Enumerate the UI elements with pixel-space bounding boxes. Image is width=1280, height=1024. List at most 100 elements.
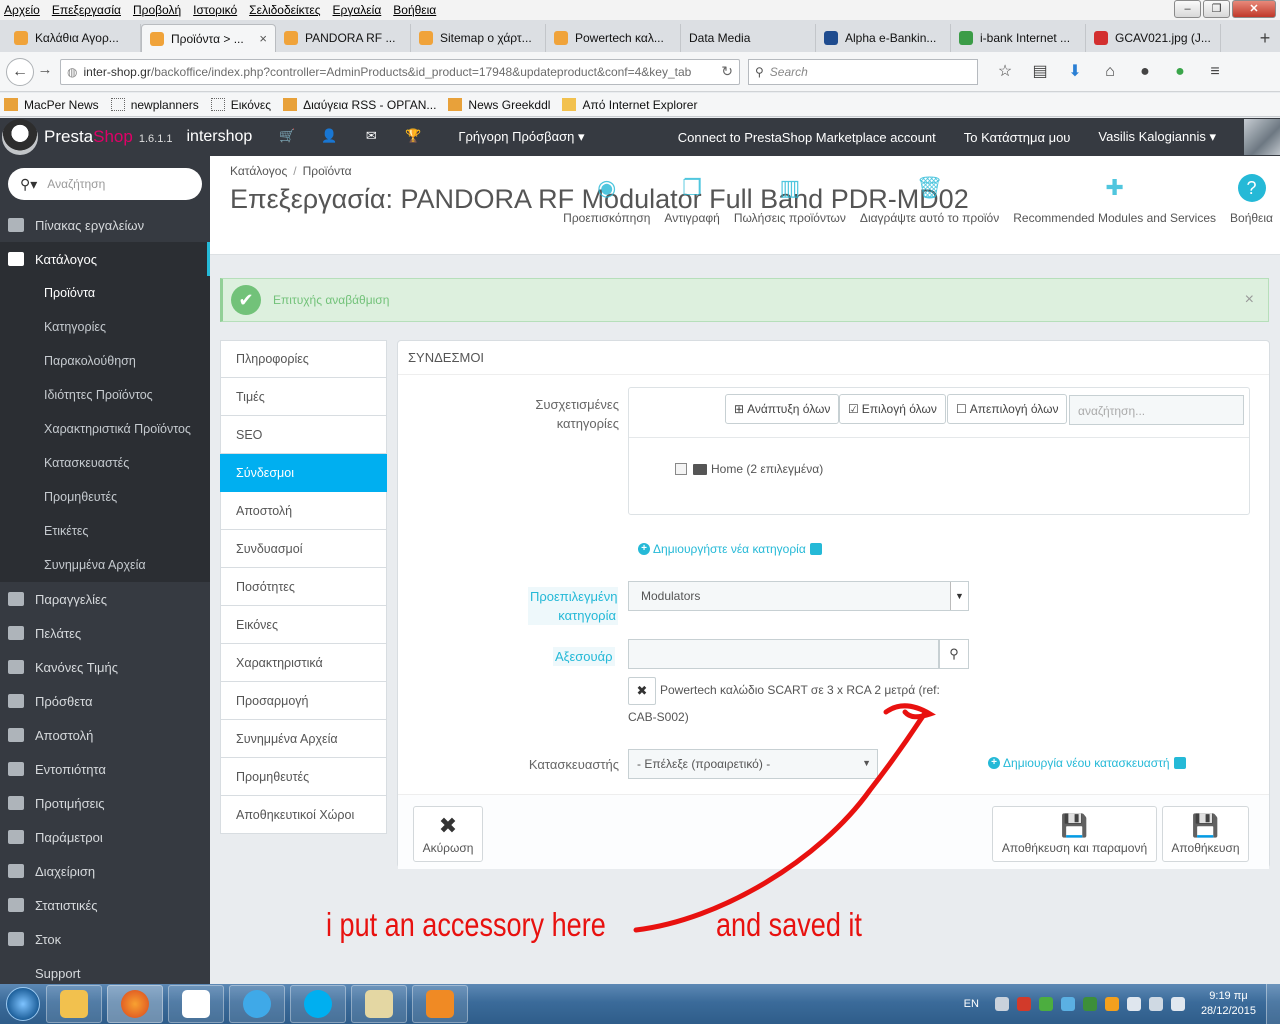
browser-search-input[interactable]: ⚲ Search [748, 58, 978, 85]
remove-accessory-icon[interactable]: ✖ [628, 677, 656, 705]
menu-edit[interactable]: Επεξεργασία [52, 3, 121, 17]
reading-list-icon[interactable]: ▤ [1029, 61, 1051, 83]
monitor-icon[interactable] [1148, 997, 1163, 1011]
search-icon[interactable]: ⚲ [939, 639, 969, 669]
marketplace-connect-link[interactable]: Connect to PrestaShop Marketplace accoun… [678, 130, 936, 145]
tab-suppliers[interactable]: Προμηθευτές [220, 758, 387, 796]
tab-customization[interactable]: Προσαρμογή [220, 682, 387, 720]
update-icon[interactable] [1060, 997, 1075, 1011]
user-menu[interactable]: Vasilis Kalogiannis ▾ [1098, 129, 1216, 145]
breadcrumb-item[interactable]: Προϊόντα [303, 164, 352, 178]
envelope-icon[interactable]: ✉ [362, 128, 380, 146]
bookmark-item[interactable]: News Greekddl [448, 98, 550, 112]
duplicate-button[interactable]: ❐ Αντιγραφή [664, 174, 719, 225]
preview-button[interactable]: ◉ Προεπισκόπηση [563, 174, 650, 225]
close-icon[interactable]: × [1245, 291, 1254, 309]
menu-bookmarks[interactable]: Σελιδοδείκτες [249, 3, 320, 17]
save-and-stay-button[interactable]: 💾 Αποθήκευση και παραμονή [992, 806, 1157, 862]
language-indicator[interactable]: EN [964, 998, 979, 1010]
category-search-input[interactable]: αναζήτηση... [1069, 395, 1244, 425]
prestashop-logo-icon[interactable] [2, 119, 38, 155]
bookmark-star-icon[interactable]: ☆ [994, 61, 1016, 83]
sidebar-item-preferences[interactable]: Προτιμήσεις [0, 786, 210, 820]
tree-node-home[interactable]: Home (2 επιλεγμένα) [675, 462, 823, 476]
sidebar-subitem-categories[interactable]: Κατηγορίες [0, 310, 210, 344]
home-icon[interactable]: ⌂ [1099, 61, 1121, 83]
forward-button[interactable]: → [34, 61, 56, 83]
taskbar-explorer[interactable] [46, 985, 102, 1023]
tab-warehouses[interactable]: Αποθηκευτικοί Χώροι [220, 796, 387, 834]
checkbox[interactable] [675, 463, 687, 475]
tab-attachments[interactable]: Συνημμένα Αρχεία [220, 720, 387, 758]
sidebar-subitem-features[interactable]: Χαρακτηριστικά Προϊόντος [0, 412, 210, 446]
taskbar-ie[interactable] [229, 985, 285, 1023]
browser-tab[interactable]: Alpha e-Bankin... [816, 24, 951, 52]
flag-icon[interactable] [1126, 997, 1141, 1011]
cancel-button[interactable]: ✖ Ακύρωση [413, 806, 483, 862]
user-icon[interactable]: 👤 [320, 128, 338, 146]
recommended-modules-button[interactable]: ✚ Recommended Modules and Services [1013, 174, 1216, 225]
delete-product-button[interactable]: 🗑 Διαγράψτε αυτό το προϊόν [860, 174, 999, 225]
sidebar-subitem-manufacturers[interactable]: Κατασκευαστές [0, 446, 210, 480]
chat-icon[interactable]: ● [1134, 61, 1156, 83]
browser-tab[interactable]: Powertech καλ... [546, 24, 681, 52]
browser-tab[interactable]: GCAV021.jpg (J... [1086, 24, 1221, 52]
sidebar-item-localization[interactable]: Εντοπιότητα [0, 752, 210, 786]
bookmark-item[interactable]: Εικόνες [210, 98, 271, 112]
create-category-link[interactable]: + Δημιουργήστε νέα κατηγορία [638, 542, 822, 556]
sidebar-search-input[interactable]: ⚲▾ Αναζήτηση [8, 168, 202, 200]
sidebar-subitem-attachments[interactable]: Συνημμένα Αρχεία [0, 548, 210, 582]
sidebar-item-price-rules[interactable]: Κανόνες Τιμής [0, 650, 210, 684]
sidebar-item-customers[interactable]: Πελάτες [0, 616, 210, 650]
avast-icon[interactable] [1104, 997, 1119, 1011]
bookmark-item[interactable]: newplanners [110, 98, 199, 112]
tab-close-icon[interactable]: × [259, 31, 267, 46]
sidebar-item-administration[interactable]: Διαχείριση [0, 854, 210, 888]
taskbar-m4u[interactable] [168, 985, 224, 1023]
back-button[interactable]: ← [6, 57, 34, 86]
breadcrumb-item[interactable]: Κατάλογος [230, 164, 287, 178]
cart-icon[interactable]: 🛒 [278, 128, 296, 146]
hamburger-menu-icon[interactable]: ≡ [1204, 61, 1226, 83]
sidebar-subitem-attributes[interactable]: Ιδιότητες Προϊόντος [0, 378, 210, 412]
tab-combinations[interactable]: Συνδυασμοί [220, 530, 387, 568]
tab-seo[interactable]: SEO [220, 416, 387, 454]
taskbar-app[interactable] [351, 985, 407, 1023]
browser-tab[interactable]: Καλάθια Αγορ... [6, 24, 141, 52]
sidebar-item-stock[interactable]: Στοκ [0, 922, 210, 956]
browser-tab-active[interactable]: Προϊόντα > ... × [141, 24, 276, 52]
taskbar-skype[interactable] [290, 985, 346, 1023]
clock[interactable]: 9:19 πμ 28/12/2015 [1201, 989, 1256, 1019]
sidebar-item-modules[interactable]: Πρόσθετα [0, 684, 210, 718]
start-button[interactable] [0, 984, 46, 1024]
taskbar-pdf[interactable] [412, 985, 468, 1023]
tab-images[interactable]: Εικόνες [220, 606, 387, 644]
menu-file[interactable]: Αρχείο [4, 3, 40, 17]
url-bar[interactable]: ◍ inter-shop.gr /backoffice/index.php?co… [60, 58, 740, 85]
select-all-button[interactable]: ☑ Επιλογή όλων [839, 394, 946, 424]
deselect-all-button[interactable]: ☐ Απεπιλογή όλων [947, 394, 1068, 424]
ccleaner-icon[interactable] [1016, 997, 1031, 1011]
volume-icon[interactable] [1170, 997, 1185, 1011]
quick-access-dropdown[interactable]: Γρήγορη Πρόσβαση ▾ [458, 129, 584, 145]
download-icon[interactable]: ⬇ [1064, 61, 1086, 83]
menu-view[interactable]: Προβολή [133, 3, 181, 17]
accessories-search-input[interactable] [628, 639, 939, 669]
sidebar-item-orders[interactable]: Παραγγελίες [0, 582, 210, 616]
new-tab-button[interactable]: + [1250, 24, 1280, 52]
product-sales-button[interactable]: ▥ Πωλήσεις προϊόντων [734, 174, 846, 225]
sidebar-item-parameters[interactable]: Παράμετροι [0, 820, 210, 854]
trophy-icon[interactable]: 🏆 [404, 128, 422, 146]
avatar[interactable] [1244, 119, 1280, 155]
menu-help[interactable]: Βοήθεια [393, 3, 436, 17]
network-icon[interactable] [1082, 997, 1097, 1011]
close-window-button[interactable]: ✕ [1232, 0, 1276, 18]
sidebar-item-shipping[interactable]: Αποστολή [0, 718, 210, 752]
tab-quantities[interactable]: Ποσότητες [220, 568, 387, 606]
browser-tab[interactable]: PANDORA RF ... [276, 24, 411, 52]
browser-tab[interactable]: i-bank Internet ... [951, 24, 1086, 52]
menu-history[interactable]: Ιστορικό [193, 3, 237, 17]
taskbar-firefox[interactable] [107, 985, 163, 1023]
minimize-button[interactable]: – [1174, 0, 1201, 18]
browser-tab[interactable]: Data Media [681, 24, 816, 52]
